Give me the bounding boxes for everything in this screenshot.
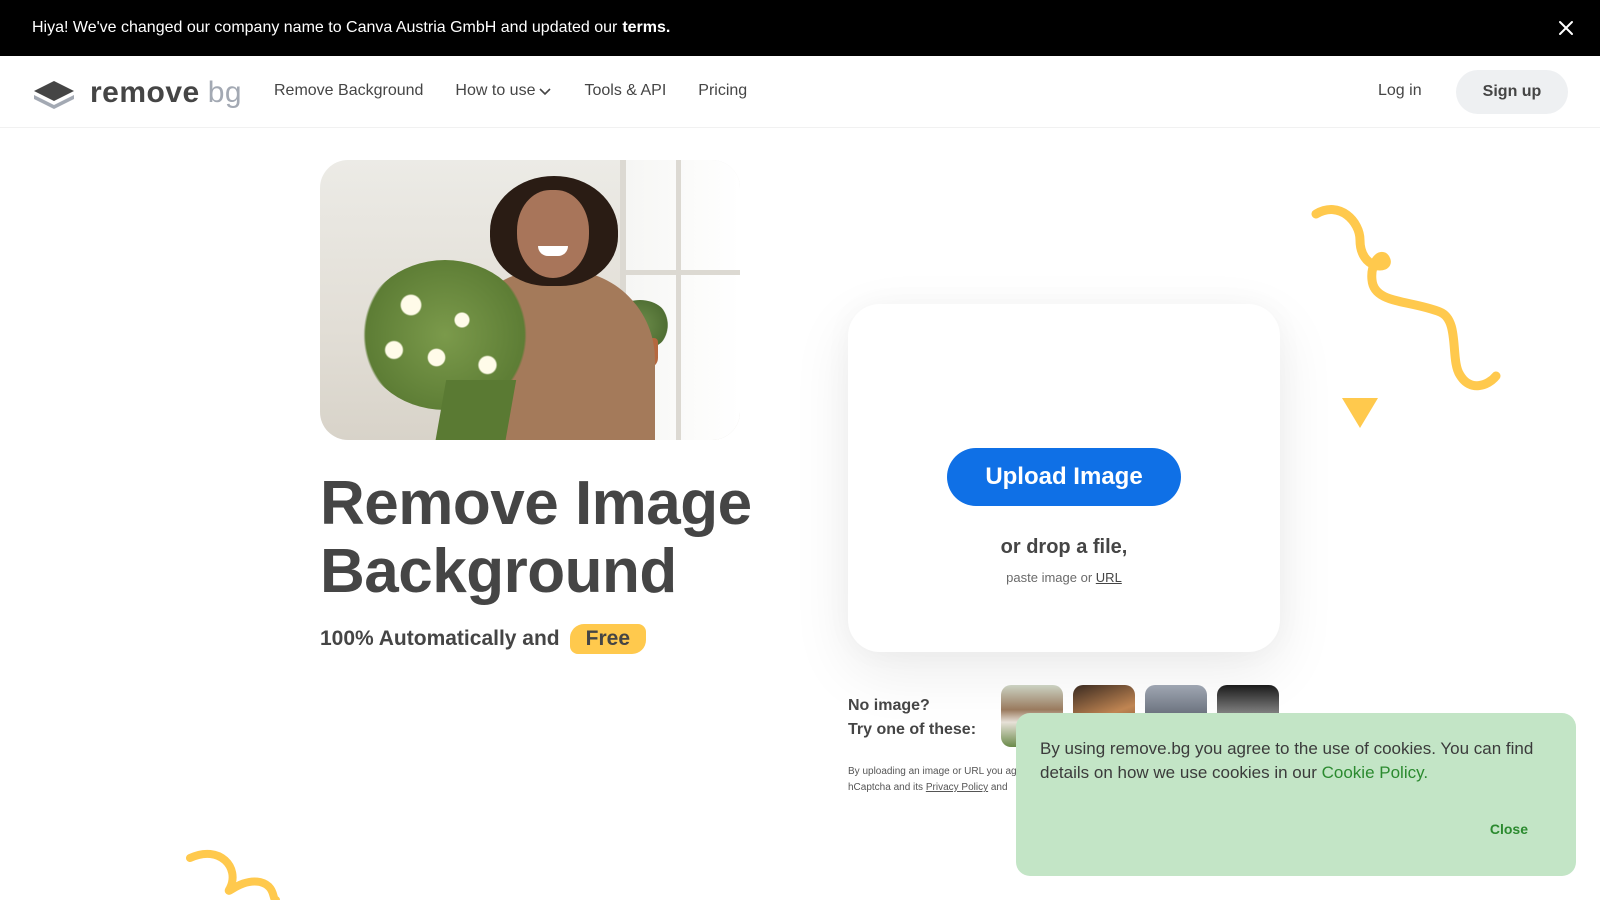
triangle-decoration bbox=[1342, 398, 1378, 428]
chevron-down-icon bbox=[539, 88, 552, 96]
logo-word-bg: bg bbox=[207, 76, 243, 109]
close-icon[interactable] bbox=[1554, 16, 1578, 40]
nav-pricing[interactable]: Pricing bbox=[698, 82, 747, 100]
title-line-2: Background bbox=[320, 537, 677, 606]
top-navigation: remove bg Remove Background How to use T… bbox=[0, 56, 1600, 128]
terms-link[interactable]: terms. bbox=[622, 19, 670, 37]
nav-how-to-use-label: How to use bbox=[455, 82, 536, 99]
upload-image-button[interactable]: Upload Image bbox=[947, 448, 1181, 506]
free-badge: Free bbox=[569, 624, 646, 654]
try-these-text: Try one of these: bbox=[848, 721, 977, 738]
photo-stems bbox=[433, 380, 517, 440]
announcement-bar: Hiya! We've changed our company name to … bbox=[0, 0, 1600, 56]
legal-line-2: hCaptcha and its Privacy Policy and bbox=[848, 780, 1028, 796]
logo-word-remove: remove bbox=[90, 76, 200, 109]
legal-text-3: and bbox=[990, 782, 1008, 793]
login-link[interactable]: Log in bbox=[1378, 82, 1422, 100]
hero-photo-woman-with-flowers bbox=[320, 160, 740, 440]
no-image-text: No image? bbox=[848, 697, 930, 714]
nav-how-to-use[interactable]: How to use bbox=[455, 82, 552, 100]
cookie-close-button[interactable]: Close bbox=[1490, 821, 1528, 837]
nav-remove-background[interactable]: Remove Background bbox=[274, 82, 423, 100]
cookie-banner: By using remove.bg you agree to the use … bbox=[1016, 713, 1576, 876]
logo[interactable]: remove bg bbox=[32, 76, 242, 110]
cookie-policy-link[interactable]: Cookie Policy. bbox=[1322, 763, 1428, 782]
paste-text: paste image or URL bbox=[848, 570, 1280, 585]
sample-images-label: No image? Try one of these: bbox=[848, 694, 976, 742]
cookie-text: By using remove.bg you agree to the use … bbox=[1040, 739, 1534, 782]
layers-logo-icon bbox=[34, 81, 74, 109]
privacy-policy-link[interactable]: Privacy Policy bbox=[926, 782, 988, 793]
page-title: Remove Image Background bbox=[320, 470, 752, 606]
legal-text-2: hCaptcha and its bbox=[848, 782, 924, 793]
subtitle: 100% Automatically and Free bbox=[320, 624, 646, 654]
legal-notice: By uploading an image or URL you ag hCap… bbox=[848, 764, 1028, 796]
upload-card[interactable]: Upload Image or drop a file, paste image… bbox=[848, 304, 1280, 652]
cookie-message: By using remove.bg you agree to the use … bbox=[1040, 737, 1552, 785]
legal-text-1: By uploading an image or URL you ag bbox=[848, 766, 1017, 777]
title-line-1: Remove Image bbox=[320, 469, 752, 538]
paste-label: paste image or bbox=[1006, 570, 1093, 585]
squiggle-decoration-bottom bbox=[186, 849, 280, 900]
announcement-text: Hiya! We've changed our company name to … bbox=[32, 19, 618, 36]
subtitle-text: 100% Automatically and bbox=[320, 627, 560, 650]
nav-tools-api[interactable]: Tools & API bbox=[584, 82, 666, 100]
nav-links: Remove Background How to use Tools & API… bbox=[274, 82, 779, 100]
url-link[interactable]: URL bbox=[1096, 570, 1122, 585]
photo-face bbox=[517, 190, 589, 278]
signup-button[interactable]: Sign up bbox=[1456, 70, 1568, 114]
drop-file-text: or drop a file, bbox=[1000, 536, 1128, 558]
